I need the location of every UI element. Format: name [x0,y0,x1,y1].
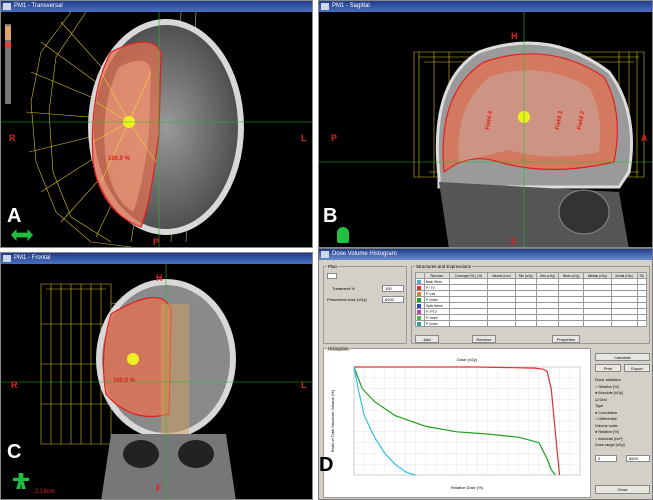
panel-a-title: PM1 - Transversal [14,3,63,9]
orient-head-label: H [511,31,518,41]
transversal-view[interactable]: 100,0 % [1,12,313,248]
panel-b-titlebar: PM1 - Sagittal [319,1,652,12]
table-cell [486,320,516,327]
panel-b-title: PM1 - Sagittal [332,3,370,9]
differential-label: Differential [598,417,617,421]
orient-anterior-label: A [641,133,648,143]
orient-foot-label: F [156,483,162,493]
structure-color-swatch[interactable] [415,320,425,327]
treatment-label: Treatment % [332,286,355,291]
panel-d-titlebar: Dose Volume Histogram [319,249,652,260]
svg-text:100,0 %: 100,0 % [108,156,131,162]
panel-c-titlebar: PM1 - Frontal [1,253,312,264]
dose-range-from[interactable]: 0 [595,455,617,462]
panel-transversal[interactable]: PM1 - Transversal 100,0 % R L P A [0,0,313,248]
structures-table[interactable]: Structure Coverage (%) | (%) Volume (cm³) M… [415,272,648,327]
scale-label: 2.18cm [35,489,55,495]
patient-orientation-icon[interactable] [337,227,349,243]
structures-group-label: Structures and Expressions [415,264,473,269]
orient-left-label: L [301,380,307,390]
orient-posterior-label: P [153,237,160,247]
panel-a-letter: A [7,205,22,227]
plan-group: Plan Treatment % 100 Prescribed dose (cG… [323,264,407,344]
close-button[interactable]: Close [595,485,650,494]
panel-c-title: PM1 - Frontal [14,255,51,261]
treatment-field[interactable]: 100 [382,285,404,292]
orient-right-label: R [11,380,18,390]
absolute-label: Absolute [cGy] [598,391,623,395]
export-button[interactable]: Export [624,364,650,372]
plan-group-label: Plan [327,264,339,269]
dose-range-label: Dose range [cGy] [595,443,625,447]
remove-button[interactable]: Remove [472,335,496,343]
table-cell [582,320,612,327]
volume-absolute-label: Absolute [cm³] [598,436,623,441]
table-cell [514,320,537,327]
add-button[interactable]: Add [415,335,439,343]
volume-relative-label: Relative [%] [598,430,619,434]
panel-c-letter: C [7,441,22,463]
cumulative-label: Cumulative [598,410,618,415]
panel-dvh[interactable]: Dose Volume Histogram Plan Treatment % 1… [318,248,653,500]
panel-a-titlebar: PM1 - Transversal [1,1,312,12]
calculate-button[interactable]: Calculate [595,353,650,361]
orient-foot-label: F [511,237,517,247]
dose-range-to[interactable]: 6500 [626,455,650,462]
y-axis-label: Ratio of Total Structure Volume (%) [330,389,335,452]
orient-posterior-label: P [331,133,338,143]
window-icon [3,3,11,10]
sagittal-view[interactable]: Field 4 Field 3 Field 2 [319,12,653,248]
histogram-group: Histogram Dose (cGy) Relative Dose (%) Rat… [323,346,591,498]
window-icon [3,255,11,262]
structures-group: Structures and Expressions Structure Cove… [411,264,650,344]
window-icon [321,251,329,258]
window-icon [321,3,329,10]
svg-text:100,0 %: 100,0 % [113,378,136,384]
panel-d-title: Dose Volume Histogram [332,251,397,257]
table-cell [610,320,638,327]
prescribed-dose-field[interactable]: 6000 [382,296,404,303]
grid-label: Grid [599,397,607,402]
orient-left-label: L [301,133,307,143]
x-axis-top-label: Dose (cGy) [457,357,478,362]
orient-right-label: R [9,133,16,143]
panel-d-letter: D [319,454,334,476]
x-axis-label: Relative Dose (%) [451,485,484,490]
orient-head-label: H [156,273,163,283]
table-row[interactable]: P / brain [415,320,648,327]
panel-b-letter: B [323,205,338,227]
properties-button[interactable]: Properties [552,335,580,343]
table-cell [448,320,488,327]
panel-frontal[interactable]: PM1 - Frontal 100,0 % R L H F C 2.18cm [0,252,313,500]
prescribed-dose-label: Prescribed dose (cGy) [327,297,367,302]
isocenter-marker [127,353,139,365]
table-cell [636,320,648,327]
panel-sagittal[interactable]: PM1 - Sagittal Field 4 Field 3 Field 2 P… [318,0,653,248]
frontal-view[interactable]: 100,0 % [1,264,313,500]
options-panel: Dose statistics ○ Relative [%] ● Absolut… [595,377,651,477]
plan-selector[interactable] [327,273,337,279]
relative-label: Relative [%] [598,384,619,389]
structure-name: P / brain [423,320,450,327]
print-button[interactable]: Print [595,364,621,372]
dvh-chart[interactable]: Dose (cGy) Relative Dose (%) Ratio of Tota… [324,351,590,497]
table-cell [535,320,560,327]
table-cell [558,320,584,327]
